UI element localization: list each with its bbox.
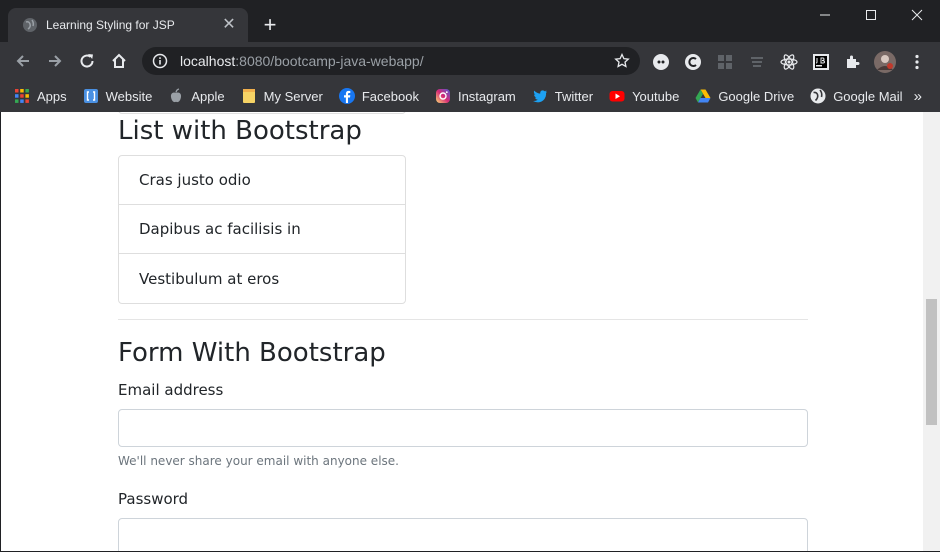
bookmark-label: Youtube xyxy=(632,88,680,104)
maximize-icon xyxy=(866,10,876,20)
bookmark-label: Google Drive xyxy=(718,88,795,104)
bookmark-apple[interactable]: Apple xyxy=(168,88,225,104)
home-button[interactable] xyxy=(104,46,134,76)
extensions-puzzle-icon[interactable] xyxy=(844,53,862,71)
arrow-left-icon xyxy=(16,55,29,67)
list-item: Vestibulum at eros xyxy=(139,269,280,288)
arrow-right-icon xyxy=(49,55,62,67)
page-scrollbar[interactable] xyxy=(923,112,940,551)
folder-icon xyxy=(242,89,255,103)
page-viewport: List with Bootstrap Cras justo odio Dapi… xyxy=(0,112,940,552)
extension-jetbrains-icon[interactable] xyxy=(812,53,830,71)
new-tab-button[interactable]: + xyxy=(258,14,282,38)
browser-toolbar: localhost:8080/bootcamp-java-webapp/ xyxy=(0,42,940,80)
address-bar[interactable]: localhost:8080/bootcamp-java-webapp/ xyxy=(142,47,640,75)
close-window-button[interactable] xyxy=(894,0,940,30)
globe-icon xyxy=(810,88,826,104)
previous-section-edge xyxy=(118,112,406,114)
email-label: Email address xyxy=(118,381,224,399)
info-icon[interactable] xyxy=(152,53,168,69)
bookmark-label: Apple xyxy=(191,88,225,104)
bookmark-label: Website xyxy=(105,88,153,104)
extension-grid-icon[interactable] xyxy=(716,53,734,71)
section-divider xyxy=(118,319,808,320)
bookmark-google-drive[interactable]: Google Drive xyxy=(695,88,794,104)
tab-title: Learning Styling for JSP xyxy=(46,18,175,32)
website-icon xyxy=(83,89,98,103)
list-heading: List with Bootstrap xyxy=(118,116,362,146)
list-item: Cras justo odio xyxy=(119,156,405,205)
extension-layers-icon[interactable] xyxy=(748,53,766,71)
maximize-button[interactable] xyxy=(848,0,894,30)
forward-button[interactable] xyxy=(40,46,70,76)
facebook-icon xyxy=(338,88,355,104)
list-group: Cras justo odio Dapibus ac facilisis in … xyxy=(118,155,406,304)
bookmark-apps[interactable]: Apps xyxy=(14,88,67,104)
bookmark-twitter[interactable]: Twitter xyxy=(532,88,593,104)
extension-dark-reader-icon[interactable] xyxy=(652,53,670,71)
twitter-icon xyxy=(532,90,547,103)
bookmark-youtube[interactable]: Youtube xyxy=(609,88,679,104)
close-icon xyxy=(911,9,923,21)
bookmark-my-server[interactable]: My Server xyxy=(241,88,323,104)
scrollbar-thumb[interactable] xyxy=(926,299,937,425)
apps-grid-icon xyxy=(15,89,29,103)
title-bar: Learning Styling for JSP ✕ + xyxy=(0,0,940,42)
bookmark-instagram[interactable]: Instagram xyxy=(435,88,516,104)
browser-menu-icon[interactable] xyxy=(908,53,926,71)
form-heading: Form With Bootstrap xyxy=(118,338,386,368)
instagram-icon xyxy=(435,89,450,103)
minimize-icon xyxy=(820,14,830,16)
back-button[interactable] xyxy=(8,46,38,76)
email-input[interactable] xyxy=(118,409,808,447)
extension-react-icon[interactable] xyxy=(780,53,798,71)
tab-close-icon[interactable]: ✕ xyxy=(220,16,238,34)
bookmark-website[interactable]: Website xyxy=(83,88,153,104)
url-path: :8080/bootcamp-java-webapp/ xyxy=(235,53,424,69)
password-input[interactable] xyxy=(118,518,808,551)
bookmark-google-mail[interactable]: Google Mail xyxy=(810,88,903,104)
bookmark-label: Instagram xyxy=(457,88,516,104)
bookmark-star-icon[interactable] xyxy=(614,53,630,69)
bookmarks-overflow-icon[interactable]: » xyxy=(914,88,922,105)
bookmark-label: Twitter xyxy=(554,88,594,104)
browser-tab[interactable]: Learning Styling for JSP ✕ xyxy=(8,8,248,42)
bookmark-facebook[interactable]: Facebook xyxy=(338,88,419,104)
bookmark-label: Facebook xyxy=(361,88,419,104)
home-icon xyxy=(112,53,126,68)
url-host: localhost xyxy=(180,53,236,69)
bookmarks-bar: Apps Website Apple My Server Facebook In… xyxy=(0,80,940,112)
extension-grammar-icon[interactable] xyxy=(684,53,702,71)
globe-icon xyxy=(23,18,37,32)
bookmark-label: Google Mail xyxy=(833,88,903,104)
bookmark-label: Apps xyxy=(37,88,67,104)
reload-button[interactable] xyxy=(72,46,102,76)
email-help-text: We'll never share your email with anyone… xyxy=(118,454,399,468)
google-drive-icon xyxy=(695,89,711,103)
list-item: Dapibus ac facilisis in xyxy=(119,205,405,254)
minimize-button[interactable] xyxy=(802,0,848,30)
profile-avatar[interactable] xyxy=(874,51,896,73)
apple-icon xyxy=(171,88,182,103)
reload-icon xyxy=(80,54,94,68)
youtube-icon xyxy=(609,91,625,102)
password-label: Password xyxy=(118,490,189,508)
bookmark-label: My Server xyxy=(263,88,323,104)
